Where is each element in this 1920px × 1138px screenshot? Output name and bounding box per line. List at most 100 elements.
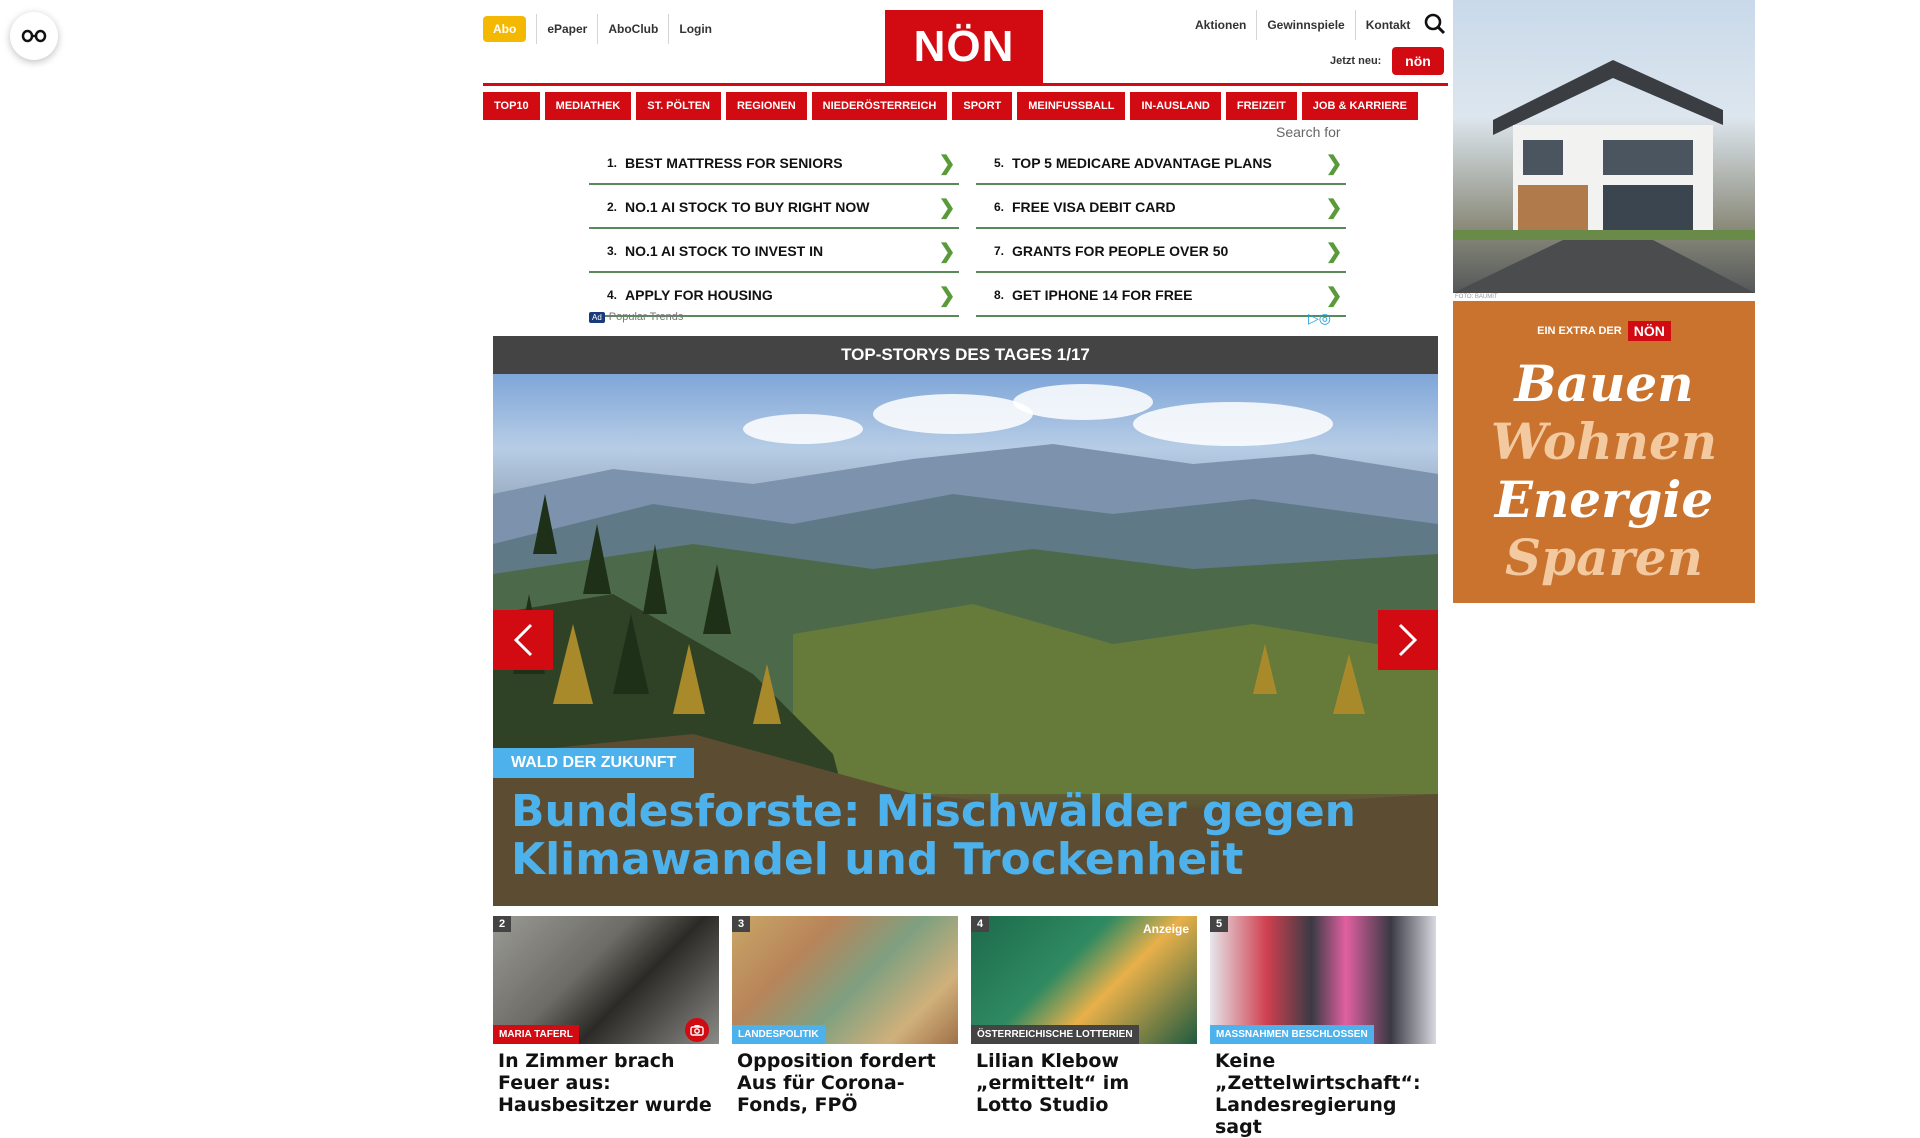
teaser-card[interactable]: 3 LANDESPOLITIK Opposition fordert Aus f… [732,916,958,1116]
ad-house-banner[interactable] [1453,0,1755,293]
teaser-category[interactable]: MASSNAHMEN BESCHLOSSEN [1210,1025,1374,1044]
camera-icon [685,1018,709,1042]
nav-item-st-poelten[interactable]: ST. PÖLTEN [636,92,721,120]
search-for-label: Search for [1276,124,1341,140]
chevron-right-icon: ❯ [1325,196,1343,219]
chevron-right-icon: ❯ [938,240,956,263]
ad-word: Sparen [1505,528,1703,587]
abo-button[interactable]: Abo [483,16,527,42]
slider-prev-button[interactable] [493,610,553,670]
chevron-right-icon: ❯ [938,284,956,307]
ad-search-item[interactable]: 8. GET IPHONE 14 FOR FREE ❯ [976,275,1346,317]
ad-search-item[interactable]: 3. NO.1 AI STOCK TO INVEST IN ❯ [589,231,959,273]
search-icon[interactable] [1424,13,1448,37]
ad-item-text: TOP 5 MEDICARE ADVANTAGE PLANS [1012,155,1272,171]
ad-word: Wohnen [1490,412,1718,471]
house-image [1453,60,1755,293]
nav-item-regionen[interactable]: REGIONEN [725,92,807,120]
adchoices-icon[interactable]: ▷◎ [1308,310,1331,327]
teaser-card[interactable]: 4 Anzeige ÖSTERREICHISCHE LOTTERIEN Lili… [971,916,1197,1116]
accessibility-button[interactable] [10,12,58,60]
teaser-image[interactable]: 2 MARIA TAFERL [493,916,719,1044]
nav-divider [483,83,1448,86]
ad-item-number: 1. [606,156,617,170]
nav-item-in-ausland[interactable]: IN-AUSLAND [1130,92,1221,120]
ad-item-number: 5. [993,156,1004,170]
ad-item-number: 8. [993,288,1004,302]
login-link[interactable]: Login [668,14,722,44]
chevron-right-icon: ❯ [1325,152,1343,175]
aboclub-link[interactable]: AboClub [597,14,668,44]
teaser-category[interactable]: ÖSTERREICHISCHE LOTTERIEN [971,1025,1139,1044]
kontakt-link[interactable]: Kontakt [1354,10,1421,40]
ad-extra-label: EIN EXTRA DER [1537,325,1622,337]
jetzt-neu-label: Jetzt neu: [1330,55,1382,67]
chevron-right-icon: ❯ [1325,284,1343,307]
teaser-index: 3 [732,916,751,932]
ad-item-number: 2. [606,200,617,214]
ad-word: Bauen [1514,354,1694,413]
anzeige-label: Anzeige [1142,922,1189,936]
ad-item-text: FREE VISA DEBIT CARD [1012,199,1176,215]
teaser-index: 5 [1210,916,1229,932]
nav-item-meinfussball[interactable]: MEINFUSSBALL [1017,92,1126,120]
teaser-category[interactable]: MARIA TAFERL [493,1025,579,1044]
ad-item-number: 4. [606,288,617,302]
teaser-title[interactable]: Lilian Klebow „ermittelt“ im Lotto Studi… [971,1044,1197,1116]
teaser-title[interactable]: Opposition fordert Aus für Corona-Fonds,… [732,1044,958,1116]
ad-item-text: GET IPHONE 14 FOR FREE [1012,287,1193,303]
teaser-title[interactable]: Keine „Zettelwirtschaft“: Landesregierun… [1210,1044,1436,1138]
teaser-image[interactable]: 4 Anzeige ÖSTERREICHISCHE LOTTERIEN [971,916,1197,1044]
aktionen-link[interactable]: Aktionen [1185,10,1256,40]
hero-slide[interactable]: WALD DER ZUKUNFT Bundesforste: Mischwäld… [493,374,1438,906]
teaser-index: 4 [971,916,990,932]
chevron-right-icon: ❯ [938,152,956,175]
popular-trends-label: Popular Trends [608,311,684,323]
hero-category-tag[interactable]: WALD DER ZUKUNFT [493,748,695,778]
ad-item-text: NO.1 AI STOCK TO BUY RIGHT NOW [625,199,870,215]
top-stories-header: TOP-STORYS DES TAGES 1/17 [493,336,1438,374]
ad-search-list-left: 1. BEST MATTRESS FOR SENIORS ❯ 2. NO.1 A… [589,143,959,319]
chevron-right-icon [1398,623,1418,657]
ad-extra-line: EIN EXTRA DER NÖN [1453,301,1755,341]
ad-search-item[interactable]: 7. GRANTS FOR PEOPLE OVER 50 ❯ [976,231,1346,273]
service-nav-left: Abo ePaper AboClub Login [483,14,722,44]
ad-item-text: BEST MATTRESS FOR SENIORS [625,155,843,171]
nav-item-mediathek[interactable]: MEDIATHEK [544,92,632,120]
nav-item-top10[interactable]: TOP10 [483,92,540,120]
jetzt-neu-badge[interactable]: nön [1392,47,1444,75]
main-nav: TOP10 MEDIATHEK ST. PÖLTEN REGIONEN NIED… [483,92,1449,120]
service-nav-right: Aktionen Gewinnspiele Kontakt [1185,10,1420,40]
teaser-title[interactable]: In Zimmer brach Feuer aus: Hausbesitzer … [493,1044,719,1116]
teaser-image[interactable]: 3 LANDESPOLITIK [732,916,958,1044]
ad-photo-credit: FOTO: BAUMIT [1455,294,1498,300]
nav-item-freizeit[interactable]: FREIZEIT [1225,92,1297,120]
slider-next-button[interactable] [1378,610,1438,670]
chevron-right-icon: ❯ [938,196,956,219]
ad-bauen-banner[interactable]: EIN EXTRA DER NÖN Bauen Wohnen Energie S… [1453,301,1755,603]
ad-search-item[interactable]: 5. TOP 5 MEDICARE ADVANTAGE PLANS ❯ [976,143,1346,185]
ad-search-item[interactable]: 6. FREE VISA DEBIT CARD ❯ [976,187,1346,229]
nav-item-job-karriere[interactable]: JOB & KARRIERE [1301,92,1418,120]
ad-word: Energie [1494,470,1714,529]
teaser-image[interactable]: 5 MASSNAHMEN BESCHLOSSEN [1210,916,1436,1044]
gewinnspiele-link[interactable]: Gewinnspiele [1256,10,1354,40]
hero-title[interactable]: Bundesforste: Mischwälder gegen Klimawan… [511,788,1371,884]
nav-item-niederoesterreich[interactable]: NIEDERÖSTERREICH [811,92,948,120]
epaper-link[interactable]: ePaper [536,14,597,44]
teaser-card[interactable]: 2 MARIA TAFERL In Zimmer brach Feuer aus… [493,916,719,1116]
glasses-icon [21,29,47,43]
teaser-card[interactable]: 5 MASSNAHMEN BESCHLOSSEN Keine „Zettelwi… [1210,916,1436,1138]
teaser-category[interactable]: LANDESPOLITIK [732,1025,825,1044]
ad-search-list-right: 5. TOP 5 MEDICARE ADVANTAGE PLANS ❯ 6. F… [976,143,1346,319]
ad-search-item[interactable]: 2. NO.1 AI STOCK TO BUY RIGHT NOW ❯ [589,187,959,229]
ad-item-number: 3. [606,244,617,258]
teaser-index: 2 [493,916,512,932]
ad-chip[interactable]: Ad [589,311,605,323]
ad-search-item[interactable]: 1. BEST MATTRESS FOR SENIORS ❯ [589,143,959,185]
ad-item-number: 7. [993,244,1004,258]
ad-footer: Ad Popular Trends [589,311,683,323]
site-logo[interactable]: NÖN [885,10,1043,84]
ad-item-number: 6. [993,200,1004,214]
nav-item-sport[interactable]: SPORT [952,92,1013,120]
